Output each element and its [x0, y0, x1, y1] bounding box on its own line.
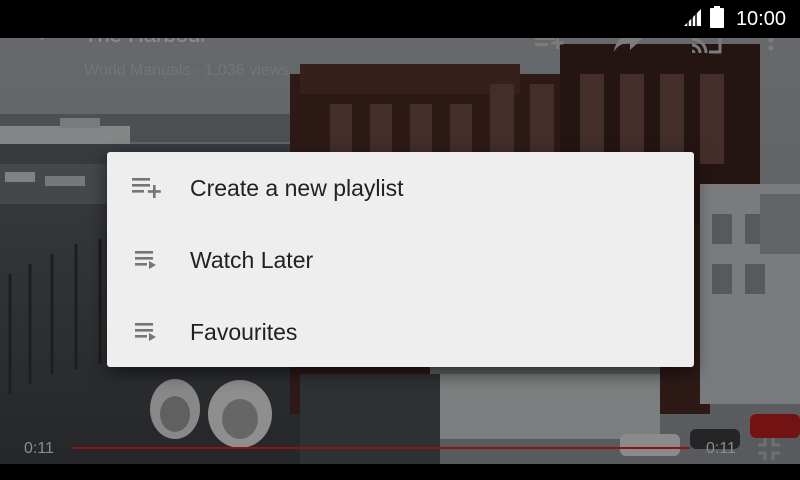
dialog-item-label: Watch Later [190, 246, 314, 273]
dialog-item-label: Favourites [190, 318, 298, 345]
battery-icon [709, 5, 724, 33]
status-time: 10:00 [735, 7, 786, 30]
progress-bar[interactable] [72, 447, 690, 449]
playlist-play-icon [132, 320, 164, 344]
dialog-item-create-playlist[interactable]: Create a new playlist [107, 152, 694, 224]
playlist-play-icon [132, 248, 164, 272]
add-to-playlist-dialog: Create a new playlist Watch Later Favour… [107, 152, 694, 367]
duration-time: 0:11 [706, 440, 736, 457]
video-meta: World Manuals · 1,036 views [84, 62, 290, 79]
screen: 10:00 The Harbour World Manuals · 1,036 … [0, 0, 800, 480]
dialog-item-label: Create a new playlist [190, 174, 404, 201]
playlist-add-icon [132, 176, 164, 200]
elapsed-time: 0:11 [24, 440, 54, 457]
bottom-bar-background [0, 464, 800, 480]
progress-fill [72, 447, 690, 449]
exit-fullscreen-button[interactable] [756, 436, 782, 462]
status-bar: 10:00 [0, 0, 800, 38]
dialog-item-watch-later[interactable]: Watch Later [107, 224, 694, 296]
signal-icon [682, 7, 702, 32]
dialog-item-favourites[interactable]: Favourites [107, 296, 694, 368]
